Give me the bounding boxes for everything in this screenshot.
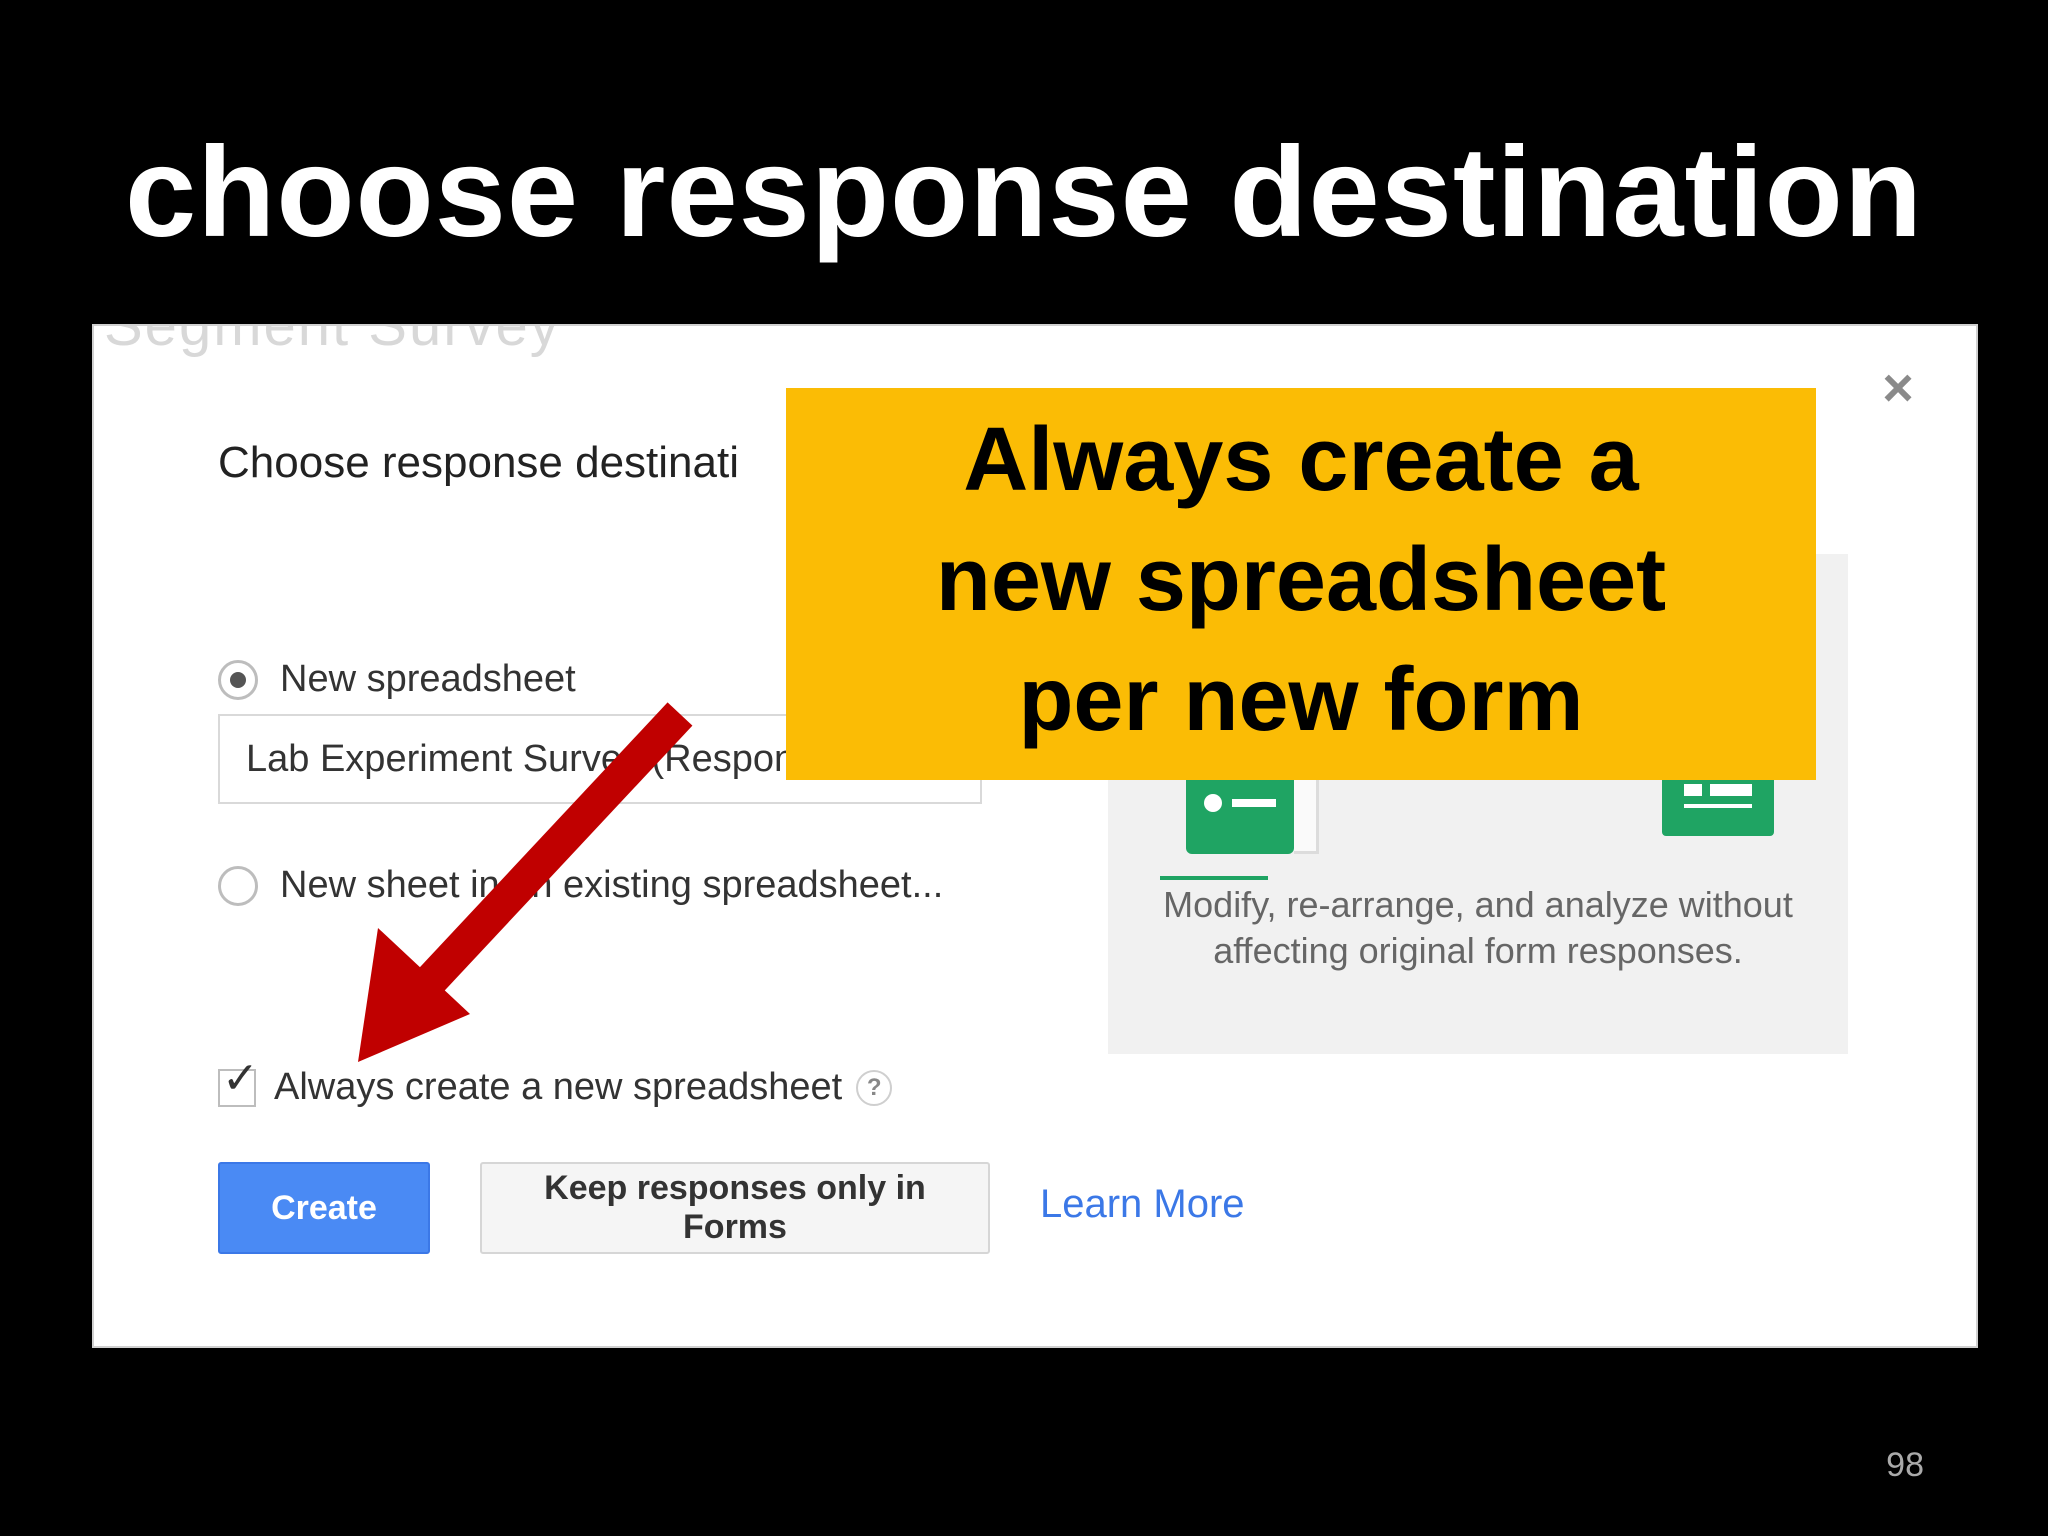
radio-existing-spreadsheet[interactable]: New sheet in an existing spreadsheet... — [218, 864, 943, 907]
background-form-title: Segment Survey — [104, 324, 561, 358]
learn-more-link[interactable]: Learn More — [1040, 1182, 1245, 1227]
callout-line-1: Always create a — [963, 410, 1639, 510]
callout-line-3: per new form — [1018, 650, 1584, 750]
radio-button-selected[interactable] — [218, 659, 258, 700]
slide-number: 98 — [1886, 1446, 1924, 1484]
always-create-option[interactable]: ✓ Always create a new spreadsheet ? — [218, 1056, 893, 1109]
radio-button-unselected[interactable] — [218, 865, 258, 906]
always-create-label: Always create a new spreadsheet — [274, 1066, 843, 1108]
keep-responses-button[interactable]: Keep responses only in Forms — [480, 1162, 990, 1254]
help-icon[interactable]: ? — [856, 1069, 893, 1106]
callout-line-2: new spreadsheet — [935, 530, 1667, 630]
preview-caption: Modify, re-arrange, and analyze without … — [1163, 884, 1793, 971]
create-button[interactable]: Create — [218, 1162, 430, 1254]
radio-label-existing-spreadsheet: New sheet in an existing spreadsheet... — [280, 864, 944, 906]
slide: choose response destination Segment Surv… — [0, 0, 2048, 1536]
tab-underline — [1160, 876, 1268, 880]
close-icon[interactable]: × — [1878, 361, 1918, 415]
dialog-title: Choose response destinati — [218, 438, 739, 487]
radio-new-spreadsheet[interactable]: New spreadsheet — [218, 658, 576, 701]
radio-label-new-spreadsheet: New spreadsheet — [280, 658, 576, 700]
callout-box: Always create a new spreadsheet per new … — [786, 388, 1816, 780]
slide-title: choose response destination — [124, 121, 1924, 264]
always-create-checkbox[interactable]: ✓ — [218, 1056, 259, 1107]
checkmark-icon: ✓ — [222, 1053, 259, 1103]
